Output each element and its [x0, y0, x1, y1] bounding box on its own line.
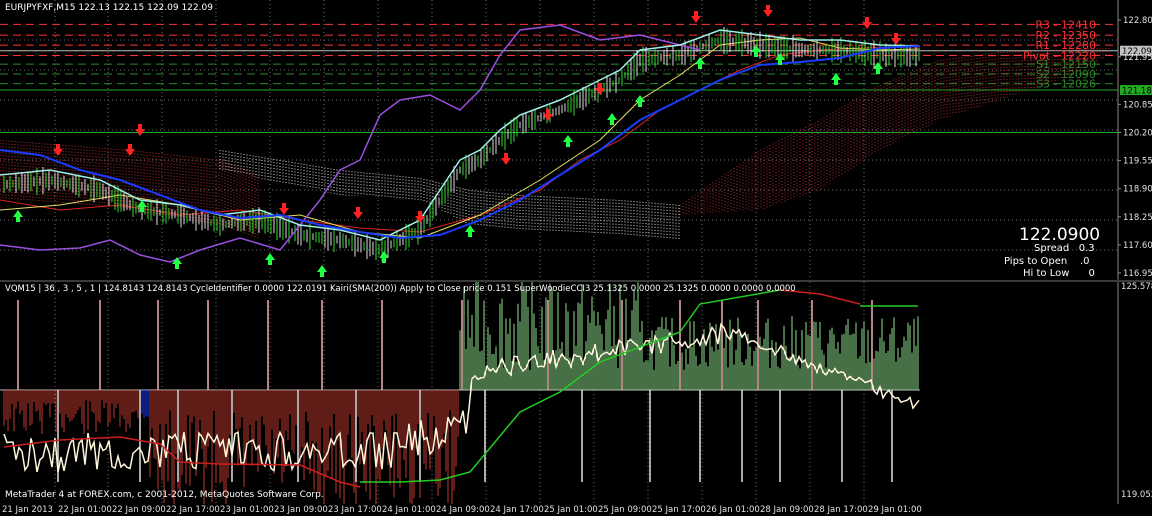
down-arrow — [125, 144, 135, 156]
up-arrow — [607, 113, 617, 125]
sub-axis-top-label: 125.578 — [1121, 282, 1152, 292]
indicator-pane[interactable]: 125.578 119.052 VQM15 | 36 , 3 , 5 , 1 | … — [0, 282, 1152, 504]
price-axis-label: 120.20 — [1123, 128, 1152, 138]
price-axis-label: 118.25 — [1123, 213, 1152, 223]
time-axis-label: 28 Jan 09:00 — [760, 505, 814, 515]
down-arrow — [501, 153, 511, 165]
time-axis-label: 22 Jan 01:00 — [58, 505, 112, 515]
time-axis-label: 24 Jan 09:00 — [436, 505, 490, 515]
copyright-label: MetaTrader 4 at FOREX.com, c 2001-2012, … — [5, 490, 324, 500]
time-axis-label: 23 Jan 01:00 — [220, 505, 274, 515]
chart-header: EURJPYFXF,M15 122.13 122.15 122.09 122.0… — [5, 3, 213, 13]
time-axis-label: 24 Jan 17:00 — [490, 505, 544, 515]
up-arrow — [13, 210, 23, 222]
time-axis-label: 24 Jan 01:00 — [382, 505, 436, 515]
time-axis-label: 25 Jan 01:00 — [544, 505, 598, 515]
oscillator-histogram — [3, 282, 919, 504]
time-axis-label: 29 Jan 01:00 — [868, 505, 922, 515]
up-arrow — [265, 253, 275, 265]
indicator-header: VQM15 | 36 , 3 , 5 , 1 | 124.8143 124.81… — [5, 284, 796, 294]
pivot-label: S3 - 12026 — [1036, 78, 1096, 91]
price-axis-label: 119.55 — [1123, 157, 1152, 167]
chart-ohlc: 122.13 122.15 122.09 122.09 — [78, 3, 213, 13]
up-arrow — [563, 135, 573, 147]
info-pips-value: .0 — [1079, 256, 1090, 267]
time-axis-label: 23 Jan 17:00 — [328, 505, 382, 515]
price-axis-label: 120.85 — [1123, 100, 1152, 110]
level-price-label: 121.18 — [1122, 87, 1152, 97]
price-axis-label: 118.90 — [1123, 185, 1152, 195]
sub-axis-bottom-label: 119.052 — [1121, 490, 1152, 500]
up-arrow — [635, 95, 645, 107]
down-arrow — [135, 124, 145, 136]
down-arrow — [353, 207, 363, 219]
info-pips-row: Pips to Open .0 — [1004, 256, 1090, 267]
info-hilo-row: Hi to Low 0 — [1023, 268, 1095, 279]
main-chart-canvas[interactable]: R3 - 12410R2 - 12350R1 - 12280Pivot - 12… — [0, 0, 1152, 280]
info-spread-label: Spread — [1034, 243, 1070, 254]
price-axis-label: 122.80 — [1123, 16, 1152, 26]
time-axis-label: 22 Jan 09:00 — [112, 505, 166, 515]
up-arrow — [172, 257, 182, 269]
down-arrow — [763, 5, 773, 17]
info-pips-label: Pips to Open — [1004, 256, 1068, 267]
up-arrow — [465, 225, 475, 237]
down-arrow — [279, 203, 289, 215]
time-axis-label: 25 Jan 09:00 — [598, 505, 652, 515]
time-axis-label: 21 Jan 2013 — [2, 505, 53, 515]
price-axis-label: 121.95 — [1123, 53, 1152, 63]
down-arrow — [691, 11, 701, 23]
info-hilo-label: Hi to Low — [1023, 268, 1070, 279]
info-spread-row: Spread 0.3 — [1034, 243, 1095, 254]
time-axis: 21 Jan 2013 22 Jan 01:00 22 Jan 09:00 22 Ja… — [0, 504, 1152, 516]
time-axis-label: 25 Jan 17:00 — [652, 505, 706, 515]
price-axis-label: 116.95 — [1123, 269, 1152, 279]
indicator-canvas[interactable]: 125.578 119.052 — [0, 282, 1152, 504]
time-axis-label: 26 Jan 01:00 — [706, 505, 760, 515]
main-chart-pane[interactable]: R3 - 12410 R2 - 12350 R1 - 12280 Pivot - 12… — [0, 0, 1152, 280]
chart-symbol: EURJPYFXF,M15 — [5, 3, 76, 13]
up-arrow — [695, 57, 705, 69]
down-arrow — [53, 144, 63, 156]
down-arrow — [862, 17, 872, 29]
price-axis-label: 117.60 — [1123, 241, 1152, 251]
time-axis-label: 22 Jan 17:00 — [166, 505, 220, 515]
info-price: 122.0900 — [1019, 225, 1101, 245]
time-axis-label: 28 Jan 17:00 — [814, 505, 868, 515]
main-grid — [0, 0, 1118, 280]
signal-arrows — [13, 5, 901, 277]
info-hilo-value: 0 — [1088, 268, 1095, 279]
info-spread-value: 0.3 — [1078, 243, 1095, 254]
time-axis-label: 23 Jan 09:00 — [274, 505, 328, 515]
up-arrow — [317, 265, 327, 277]
